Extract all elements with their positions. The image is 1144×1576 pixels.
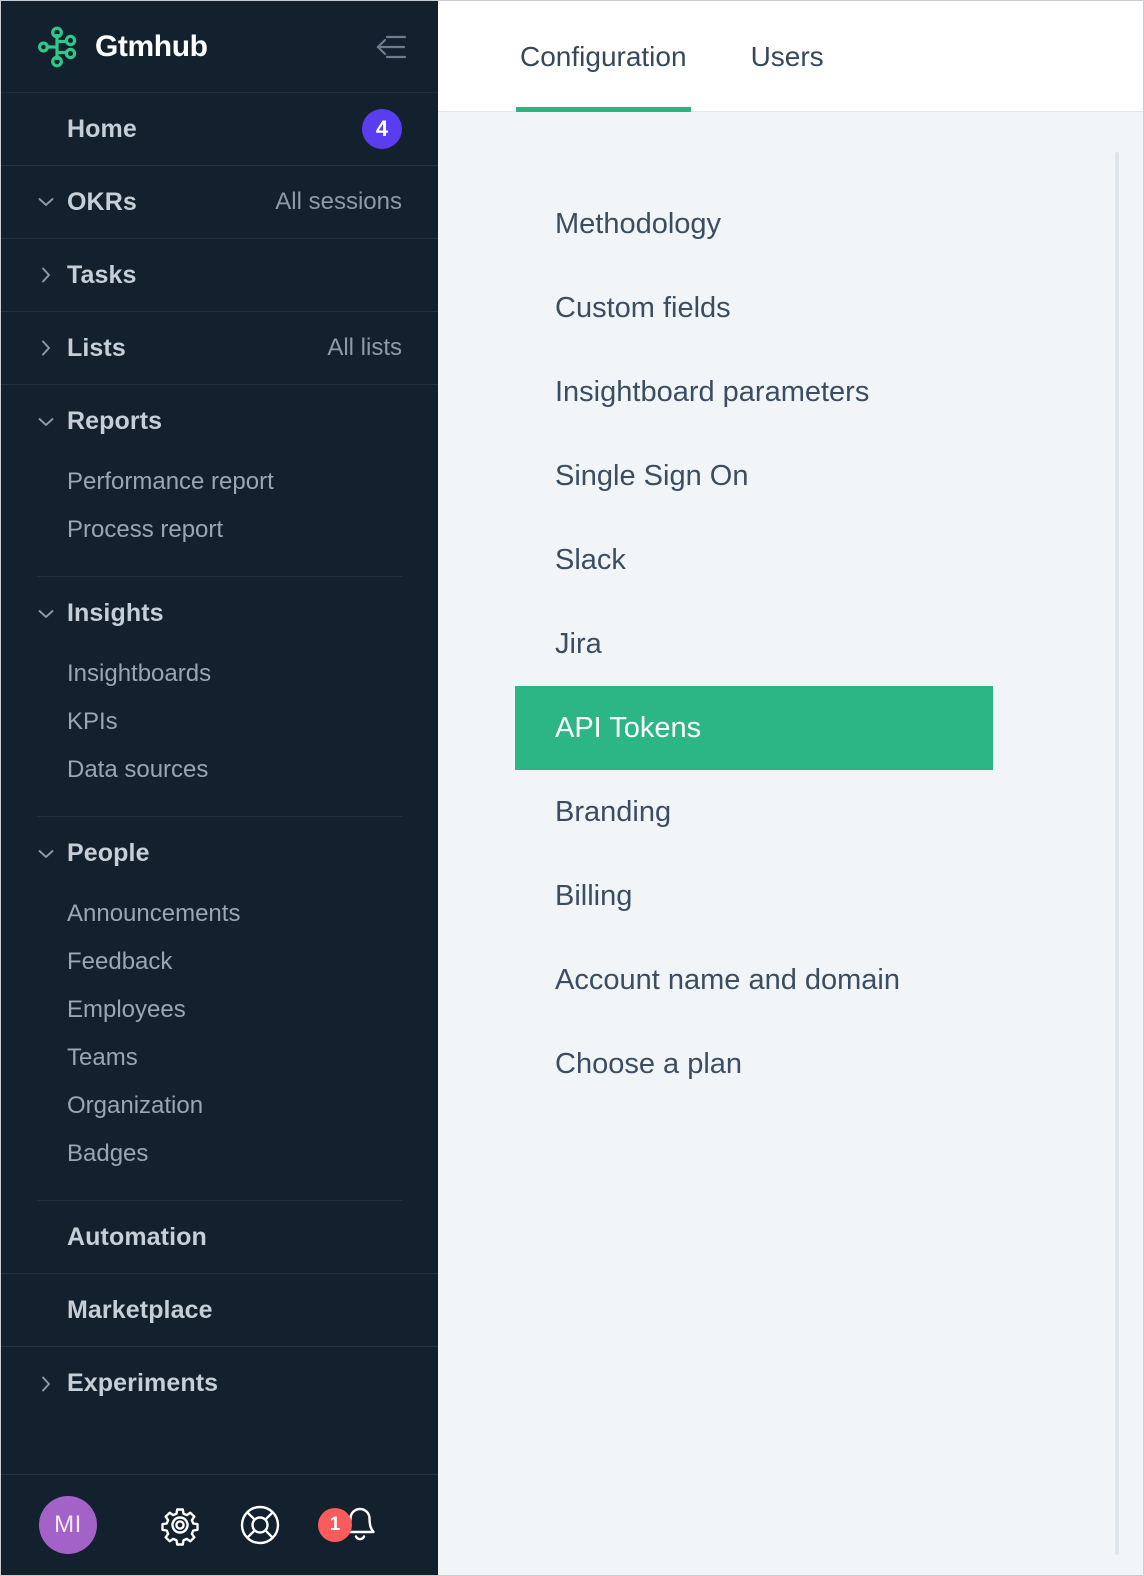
chevron-right-icon — [37, 340, 55, 356]
configuration-panel: Methodology Custom fields Insightboard p… — [438, 112, 1143, 1575]
sidebar-item-employees[interactable]: Employees — [1, 986, 438, 1034]
brand[interactable]: Gtmhub — [37, 25, 208, 69]
config-item-api-tokens[interactable]: API Tokens — [515, 686, 993, 770]
lists-all-lists-link[interactable]: All lists — [327, 334, 402, 362]
sidebar-item-performance-report[interactable]: Performance report — [1, 458, 438, 506]
sidebar-item-lists[interactable]: Lists All lists — [1, 312, 438, 385]
sidebar-group-insights: Insights Insightboards KPIs Data sources — [1, 577, 438, 817]
tab-users[interactable]: Users — [747, 1, 828, 112]
divider — [37, 1200, 402, 1201]
sidebar-item-organization[interactable]: Organization — [1, 1082, 438, 1130]
sidebar-item-label: Reports — [67, 407, 163, 435]
sidebar-item-okrs[interactable]: OKRs All sessions — [1, 166, 438, 239]
sidebar-item-announcements[interactable]: Announcements — [1, 890, 438, 938]
footer-icon-group: 1 — [158, 1503, 402, 1547]
sidebar-item-badges[interactable]: Badges — [1, 1130, 438, 1178]
config-item-insightboard-parameters[interactable]: Insightboard parameters — [515, 350, 993, 434]
chevron-down-icon — [37, 849, 55, 859]
sidebar-item-label: Insights — [67, 599, 164, 627]
sidebar-item-label: OKRs — [67, 187, 137, 216]
config-item-account-name-and-domain[interactable]: Account name and domain — [515, 938, 993, 1022]
sidebar-item-people[interactable]: People — [1, 817, 438, 890]
sidebar-item-label: Experiments — [67, 1369, 219, 1397]
sidebar-item-label: Lists — [67, 333, 126, 362]
sidebar-item-experiments[interactable]: Experiments — [1, 1347, 438, 1420]
sidebar-item-label: Marketplace — [67, 1295, 213, 1324]
sidebar-group-reports: Reports Performance report Process repor… — [1, 385, 438, 577]
gear-icon[interactable] — [158, 1503, 202, 1547]
sidebar-item-label: Automation — [67, 1222, 207, 1251]
sidebar-item-data-sources[interactable]: Data sources — [1, 746, 438, 794]
okrs-all-sessions-link[interactable]: All sessions — [275, 188, 402, 216]
avatar[interactable]: MI — [39, 1496, 97, 1554]
brand-name: Gtmhub — [95, 29, 208, 63]
bell-icon[interactable]: 1 — [318, 1503, 380, 1547]
config-item-choose-a-plan[interactable]: Choose a plan — [515, 1022, 993, 1106]
config-item-slack[interactable]: Slack — [515, 518, 993, 602]
sidebar-subnav-reports: Performance report Process report — [1, 458, 438, 576]
sidebar-item-label: Home — [67, 114, 137, 143]
app-window: Gtmhub Home 4 OKRs All sessions Tasks Li… — [0, 0, 1144, 1576]
sidebar-item-home[interactable]: Home 4 — [1, 93, 438, 166]
life-ring-icon[interactable] — [238, 1503, 282, 1547]
sidebar-nav: Home 4 OKRs All sessions Tasks Lists All… — [1, 93, 438, 1474]
config-item-custom-fields[interactable]: Custom fields — [515, 266, 993, 350]
config-item-single-sign-on[interactable]: Single Sign On — [515, 434, 993, 518]
chevron-down-icon — [37, 417, 55, 427]
sidebar-item-label: Tasks — [67, 260, 137, 289]
sidebar-item-process-report[interactable]: Process report — [1, 506, 438, 554]
sidebar-item-feedback[interactable]: Feedback — [1, 938, 438, 986]
chevron-right-icon — [37, 1376, 55, 1392]
gtmhub-node-graph-logo-icon — [37, 25, 81, 69]
tab-configuration[interactable]: Configuration — [516, 1, 691, 112]
sidebar-item-tasks[interactable]: Tasks — [1, 239, 438, 312]
sidebar-item-insights[interactable]: Insights — [1, 577, 438, 650]
home-badge: 4 — [362, 109, 402, 149]
config-item-methodology[interactable]: Methodology — [515, 182, 993, 266]
config-item-branding[interactable]: Branding — [515, 770, 993, 854]
config-item-jira[interactable]: Jira — [515, 602, 993, 686]
configuration-list: Methodology Custom fields Insightboard p… — [438, 112, 1143, 1106]
sidebar: Gtmhub Home 4 OKRs All sessions Tasks Li… — [1, 1, 438, 1575]
sidebar-header: Gtmhub — [1, 1, 438, 93]
collapse-sidebar-icon[interactable] — [374, 32, 408, 62]
main-content: Configuration Users Methodology Custom f… — [438, 1, 1143, 1575]
sidebar-item-reports[interactable]: Reports — [1, 385, 438, 458]
sidebar-group-people: People Announcements Feedback Employees … — [1, 817, 438, 1201]
config-item-billing[interactable]: Billing — [515, 854, 993, 938]
sidebar-item-automation[interactable]: Automation — [1, 1201, 438, 1274]
sidebar-item-label: People — [67, 839, 150, 867]
notification-badge: 1 — [318, 1508, 352, 1542]
sidebar-item-kpis[interactable]: KPIs — [1, 698, 438, 746]
sidebar-item-marketplace[interactable]: Marketplace — [1, 1274, 438, 1347]
vertical-scrollbar[interactable] — [1115, 152, 1119, 1555]
sidebar-footer: MI 1 — [1, 1474, 438, 1575]
chevron-right-icon — [37, 267, 55, 283]
sidebar-subnav-insights: Insightboards KPIs Data sources — [1, 650, 438, 816]
sidebar-item-teams[interactable]: Teams — [1, 1034, 438, 1082]
sidebar-subnav-people: Announcements Feedback Employees Teams O… — [1, 890, 438, 1200]
chevron-down-icon — [37, 197, 55, 207]
chevron-down-icon — [37, 609, 55, 619]
tab-bar: Configuration Users — [438, 1, 1143, 112]
sidebar-item-insightboards[interactable]: Insightboards — [1, 650, 438, 698]
